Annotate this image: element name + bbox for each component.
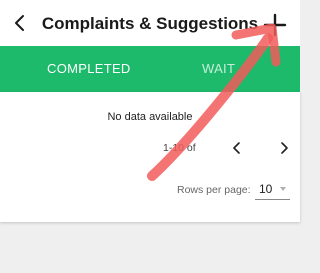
- rows-per-page-value: 10: [259, 182, 273, 196]
- page-title: Complaints & Suggestions: [41, 14, 259, 33]
- empty-state-message: No data available: [107, 111, 193, 123]
- rows-per-page-select[interactable]: 10: [255, 180, 290, 200]
- pagination-range: 1-10 of: [163, 142, 196, 154]
- tab-waiting[interactable]: WAIT: [202, 46, 235, 92]
- tab-completed[interactable]: COMPLETED: [47, 46, 131, 92]
- rows-per-page-label: Rows per page:: [177, 184, 251, 196]
- chevron-left-icon[interactable]: [229, 140, 245, 156]
- pagination: 1-10 of: [0, 137, 300, 159]
- chevron-right-icon[interactable]: [276, 140, 292, 156]
- plus-icon[interactable]: [262, 12, 288, 38]
- chevron-left-icon[interactable]: [8, 11, 32, 35]
- caret-down-icon: [280, 187, 286, 191]
- app-header: Complaints & Suggestions: [0, 0, 300, 46]
- tab-bar: COMPLETED WAIT: [0, 46, 300, 92]
- data-table: No data available 1-10 of Rows per page:…: [0, 92, 300, 222]
